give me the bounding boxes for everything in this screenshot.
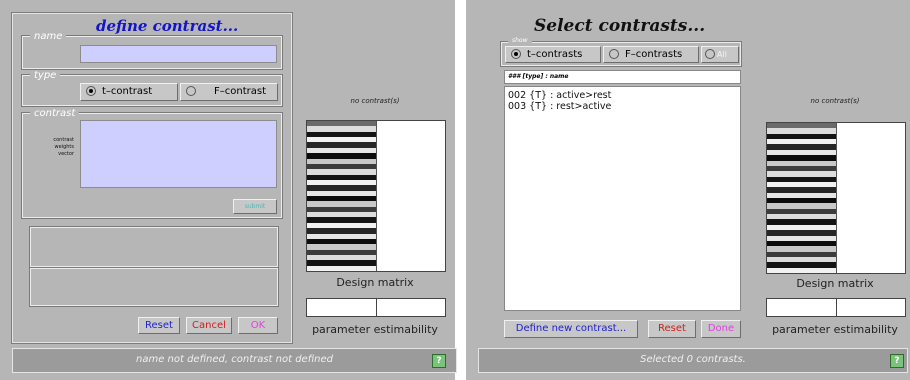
f-contrast-radio[interactable]: F–contrast bbox=[180, 83, 278, 101]
radio-unselected-icon bbox=[186, 86, 196, 96]
submit-button[interactable]: submit bbox=[233, 199, 277, 214]
parameter-estimability-bar bbox=[306, 298, 446, 317]
t-contrast-label: t–contrast bbox=[102, 86, 153, 97]
reset-button[interactable]: Reset bbox=[648, 320, 696, 338]
matrix-band bbox=[767, 268, 836, 273]
status-bar: name not defined, contrast not defined bbox=[12, 348, 457, 373]
no-contrast-label: no contrast(s) bbox=[810, 97, 860, 105]
matrix-column-divider bbox=[376, 121, 377, 271]
radio-selected-icon bbox=[511, 49, 521, 59]
select-contrasts-window: Select contrasts... show t–contrasts F–c… bbox=[466, 0, 910, 380]
t-contrasts-label: t–contrasts bbox=[527, 49, 583, 60]
matrix-column-divider bbox=[836, 123, 837, 273]
show-group-label: show bbox=[508, 37, 532, 45]
contrast-weights-input[interactable] bbox=[80, 120, 277, 188]
list-item[interactable]: 003 {T} : rest>active bbox=[508, 101, 740, 112]
status-bar: Selected 0 contrasts. bbox=[478, 348, 908, 373]
radio-unselected-icon bbox=[705, 49, 715, 59]
contrast-group-label: contrast bbox=[30, 108, 80, 119]
define-new-contrast-button[interactable]: Define new contrast... bbox=[504, 320, 638, 338]
matrix-band bbox=[307, 266, 376, 271]
parameter-estimability-bar bbox=[766, 298, 906, 317]
contrast-list[interactable]: 002 {T} : active>rest 003 {T} : rest>act… bbox=[504, 86, 741, 311]
status-text: Selected 0 contrasts. bbox=[640, 354, 746, 365]
all-radio[interactable]: All bbox=[701, 46, 739, 63]
status-text: name not defined, contrast not defined bbox=[135, 354, 334, 365]
design-matrix-caption: Design matrix bbox=[796, 277, 874, 290]
list-item[interactable]: 002 {T} : active>rest bbox=[508, 90, 740, 101]
name-input[interactable] bbox=[80, 45, 277, 63]
cancel-button[interactable]: Cancel bbox=[186, 317, 232, 334]
parameter-estimability-caption: parameter estimability bbox=[772, 323, 898, 336]
done-button[interactable]: Done bbox=[701, 320, 741, 338]
f-contrasts-radio[interactable]: F–contrasts bbox=[603, 46, 699, 63]
f-contrasts-label: F–contrasts bbox=[625, 49, 683, 60]
design-matrix bbox=[306, 120, 446, 272]
vector-label-line: vector bbox=[58, 151, 74, 157]
message-box-2 bbox=[29, 267, 279, 307]
radio-selected-icon bbox=[86, 86, 96, 96]
all-label: All bbox=[717, 50, 727, 59]
list-header-text: ### [type] : name bbox=[508, 73, 569, 80]
page-title: define contrast... bbox=[96, 17, 239, 35]
design-matrix-caption: Design matrix bbox=[336, 276, 414, 289]
radio-unselected-icon bbox=[609, 49, 619, 59]
parameter-estimability-caption: parameter estimability bbox=[312, 323, 438, 336]
design-matrix bbox=[766, 122, 906, 274]
ok-button[interactable]: OK bbox=[238, 317, 278, 334]
name-group-label: name bbox=[30, 31, 67, 42]
list-header: ### [type] : name bbox=[504, 70, 741, 84]
reset-button[interactable]: Reset bbox=[138, 317, 180, 334]
message-box-1 bbox=[29, 226, 279, 268]
contrast-weights-label: contrast weights vector bbox=[32, 137, 74, 158]
t-contrast-radio[interactable]: t–contrast bbox=[80, 83, 178, 101]
vector-label-line: contrast bbox=[53, 137, 74, 143]
help-icon[interactable]: ? bbox=[890, 354, 904, 368]
f-contrast-label: F–contrast bbox=[214, 86, 266, 97]
vector-label-line: weights bbox=[54, 144, 74, 150]
type-group-label: type bbox=[30, 70, 61, 81]
help-icon[interactable]: ? bbox=[432, 354, 446, 368]
page-title: Select contrasts... bbox=[534, 16, 706, 36]
no-contrast-label: no contrast(s) bbox=[350, 97, 400, 105]
define-contrast-window: define contrast... name type t–contrast … bbox=[0, 0, 457, 380]
t-contrasts-radio[interactable]: t–contrasts bbox=[505, 46, 601, 63]
